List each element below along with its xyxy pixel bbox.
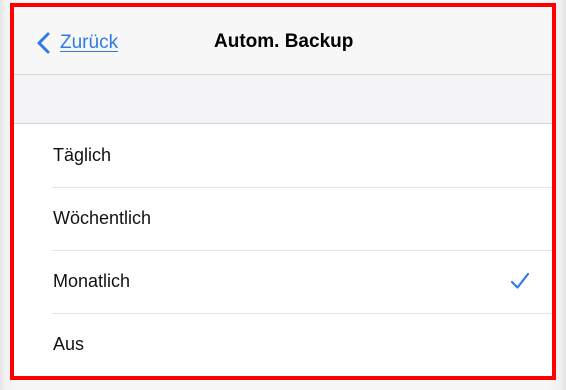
section-spacer (14, 75, 552, 123)
option-weekly[interactable]: Wöchentlich (14, 187, 552, 250)
back-button[interactable]: Zurück (36, 27, 118, 59)
option-off[interactable]: Aus (14, 313, 552, 376)
option-label: Aus (53, 334, 85, 354)
page-title: Autom. Backup (214, 31, 354, 52)
settings-screen: Zurück Autom. Backup Täglich Wöchentlich… (10, 3, 556, 380)
back-label[interactable]: Zurück (60, 32, 118, 54)
option-label: Wöchentlich (53, 208, 152, 228)
option-monthly[interactable]: Monatlich (14, 250, 552, 313)
backup-frequency-list: Täglich Wöchentlich Monatlich Aus (14, 123, 552, 376)
chevron-left-icon (37, 32, 50, 54)
option-label: Monatlich (53, 271, 131, 291)
checkmark-icon (510, 272, 530, 289)
navigation-bar: Zurück Autom. Backup (14, 7, 552, 75)
option-daily[interactable]: Täglich (14, 124, 552, 187)
option-label: Täglich (53, 145, 112, 165)
